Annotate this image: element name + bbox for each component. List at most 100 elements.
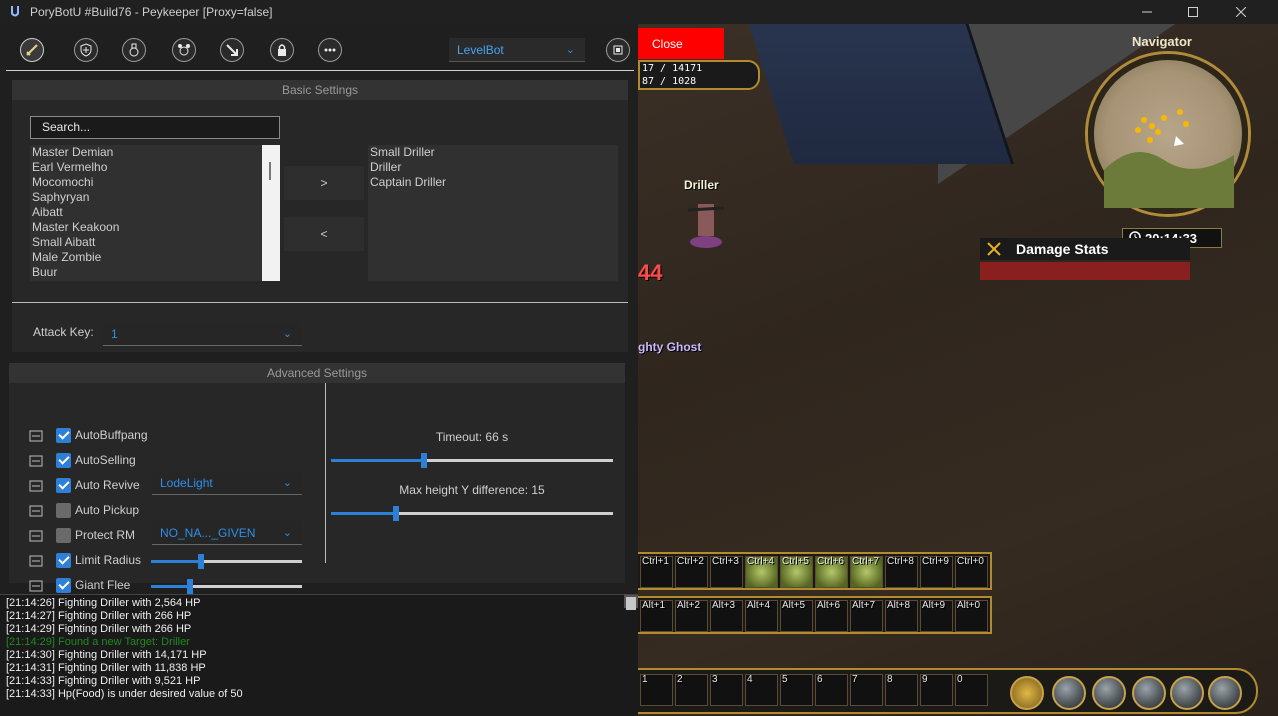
hotbar-slot[interactable]: 2 bbox=[675, 674, 708, 706]
option-checkbox[interactable] bbox=[56, 478, 71, 493]
option-checkbox[interactable] bbox=[56, 553, 71, 568]
target-list[interactable]: Small Driller Driller Captain Driller bbox=[368, 145, 618, 281]
option-slider-thumb[interactable] bbox=[197, 554, 204, 569]
hotbar-slot[interactable]: 6 bbox=[815, 674, 848, 706]
sword-icon[interactable] bbox=[20, 38, 44, 62]
arrow-down-right-icon[interactable] bbox=[220, 38, 244, 62]
hotbar-slot[interactable]: Ctrl+9 bbox=[920, 556, 953, 588]
maximize-icon[interactable] bbox=[1170, 0, 1216, 24]
hotbar-slot[interactable]: Ctrl+1 bbox=[640, 556, 673, 588]
mob-list-item[interactable]: Earl Vermelho bbox=[30, 160, 280, 175]
skill-orb-icon[interactable] bbox=[1092, 676, 1126, 710]
log-scroll-thumb[interactable] bbox=[626, 597, 636, 610]
navigator-minimap[interactable] bbox=[1088, 54, 1248, 214]
option-dropdown[interactable]: LodeLight ⌄ bbox=[152, 471, 302, 495]
option-checkbox[interactable] bbox=[56, 503, 71, 518]
skill-orb-icon[interactable] bbox=[1170, 676, 1204, 710]
option-checkbox[interactable] bbox=[56, 453, 71, 468]
close-button[interactable]: Close bbox=[638, 28, 724, 59]
minimize-icon[interactable] bbox=[1124, 0, 1170, 24]
chevron-down-icon: ⌄ bbox=[282, 527, 292, 539]
hotbar-slot[interactable]: 1 bbox=[640, 674, 673, 706]
option-slider[interactable] bbox=[151, 554, 302, 569]
hotbar-slot[interactable]: Ctrl+3 bbox=[710, 556, 743, 588]
gold-coin-icon[interactable] bbox=[1010, 676, 1044, 710]
mode-dropdown[interactable]: LevelBot ⌄ bbox=[449, 38, 585, 62]
option-checkbox[interactable] bbox=[56, 578, 71, 593]
hotbar-slot[interactable]: Alt+4 bbox=[745, 600, 778, 632]
mob-list[interactable]: Master Demian Earl Vermelho Mocomochi Saphy… bbox=[30, 145, 280, 281]
hotbar-slot[interactable]: Alt+2 bbox=[675, 600, 708, 632]
option-dropdown[interactable]: NO_NA..._GIVEN ⌄ bbox=[152, 521, 302, 545]
mob-list-item[interactable]: Male Zombie bbox=[30, 250, 280, 265]
hotbar-slot[interactable]: 0 bbox=[955, 674, 988, 706]
attack-key-dropdown[interactable]: 1 ⌄ bbox=[103, 322, 302, 346]
skill-orb-icon[interactable] bbox=[1132, 676, 1166, 710]
max-height-slider[interactable] bbox=[331, 506, 613, 521]
remove-target-button[interactable]: < bbox=[284, 217, 364, 251]
add-target-button[interactable]: > bbox=[284, 166, 364, 200]
mob-list-item[interactable]: Master Keakoon bbox=[30, 220, 280, 235]
close-icon[interactable] bbox=[1218, 0, 1264, 24]
hotbar-key-label: Alt+3 bbox=[712, 600, 736, 611]
flag-icon bbox=[27, 552, 45, 570]
mob-list-scrollbar[interactable] bbox=[262, 145, 280, 281]
hotbar-slot[interactable]: Alt+0 bbox=[955, 600, 988, 632]
mob-list-item[interactable]: Buur bbox=[30, 265, 280, 280]
activity-log[interactable]: [21:14:26] Fighting Driller with 2,564 H… bbox=[0, 594, 638, 716]
option-checkbox[interactable] bbox=[56, 528, 71, 543]
option-checkbox[interactable] bbox=[56, 428, 71, 443]
timeout-slider[interactable] bbox=[331, 453, 613, 468]
hotbar-slot[interactable]: Alt+1 bbox=[640, 600, 673, 632]
pet-icon[interactable] bbox=[172, 38, 196, 62]
hotbar-slot[interactable]: Alt+9 bbox=[920, 600, 953, 632]
hotbar-slot[interactable]: Alt+5 bbox=[780, 600, 813, 632]
hotbar-slot[interactable]: Ctrl+5 bbox=[780, 556, 813, 588]
target-list-item[interactable]: Captain Driller bbox=[368, 175, 618, 190]
skill-orb-icon[interactable] bbox=[1208, 676, 1242, 710]
lock-icon[interactable] bbox=[270, 38, 294, 62]
hotbar-slot[interactable]: Ctrl+2 bbox=[675, 556, 708, 588]
mob-list-item[interactable]: Mocomochi bbox=[30, 175, 280, 190]
option-slider-thumb[interactable] bbox=[187, 579, 194, 594]
hotbar-slot[interactable]: 4 bbox=[745, 674, 778, 706]
search-input[interactable]: Search... bbox=[30, 116, 280, 139]
game-viewport[interactable]: 17 / 14171 87 / 1028 Driller 44 ghty Gho… bbox=[638, 24, 1278, 716]
ctrl-hotbar: Ctrl+1 Ctrl+2 Ctrl+3 Ctrl+4 Ctrl+5 Ctrl+6 Ctrl… bbox=[638, 552, 992, 590]
potion-icon[interactable] bbox=[122, 38, 146, 62]
timeout-slider-thumb[interactable] bbox=[421, 453, 428, 468]
hotbar-slot[interactable]: 8 bbox=[885, 674, 918, 706]
hotbar-slot[interactable]: Ctrl+0 bbox=[955, 556, 988, 588]
hotbar-slot[interactable]: 5 bbox=[780, 674, 813, 706]
target-list-item[interactable]: Driller bbox=[368, 160, 618, 175]
cpu-icon[interactable] bbox=[606, 38, 630, 62]
damage-stats-panel[interactable]: Damage Stats bbox=[980, 238, 1190, 282]
hotbar-slot[interactable]: 7 bbox=[850, 674, 883, 706]
mob-list-item[interactable]: Saphyryan bbox=[30, 190, 280, 205]
mob-list-item[interactable]: Aibatt bbox=[30, 205, 280, 220]
mob-list-item[interactable]: Master Demian bbox=[30, 145, 280, 160]
hotbar-slot[interactable]: 3 bbox=[710, 674, 743, 706]
hotbar-slot[interactable]: 9 bbox=[920, 674, 953, 706]
hotbar-slot[interactable]: Alt+6 bbox=[815, 600, 848, 632]
option-row: Giant Flee bbox=[9, 576, 319, 596]
hotbar-slot[interactable]: Ctrl+8 bbox=[885, 556, 918, 588]
hotbar-slot[interactable]: Ctrl+6 bbox=[815, 556, 848, 588]
driller-sprite[interactable] bbox=[686, 196, 726, 250]
target-list-item[interactable]: Small Driller bbox=[368, 145, 618, 160]
max-height-slider-thumb[interactable] bbox=[392, 506, 399, 521]
shield-plus-icon[interactable] bbox=[74, 38, 98, 62]
hotbar-slot[interactable]: Ctrl+4 bbox=[745, 556, 778, 588]
log-line: [21:14:29] Found a new Target: Driller bbox=[6, 636, 190, 648]
mob-list-scroll-thumb[interactable] bbox=[269, 162, 271, 180]
basic-settings-header: Basic Settings bbox=[12, 80, 628, 100]
option-slider[interactable] bbox=[151, 579, 302, 594]
more-icon[interactable] bbox=[318, 38, 342, 62]
hotbar-slot[interactable]: Alt+7 bbox=[850, 600, 883, 632]
hotbar-slot[interactable]: Alt+8 bbox=[885, 600, 918, 632]
hotbar-slot[interactable]: Alt+3 bbox=[710, 600, 743, 632]
mob-list-item[interactable]: Small Aibatt bbox=[30, 235, 280, 250]
skill-orb-icon[interactable] bbox=[1052, 676, 1086, 710]
hotbar-slot[interactable]: Ctrl+7 bbox=[850, 556, 883, 588]
basic-settings-section: Basic Settings Search... Master Demian Ea… bbox=[12, 80, 628, 352]
